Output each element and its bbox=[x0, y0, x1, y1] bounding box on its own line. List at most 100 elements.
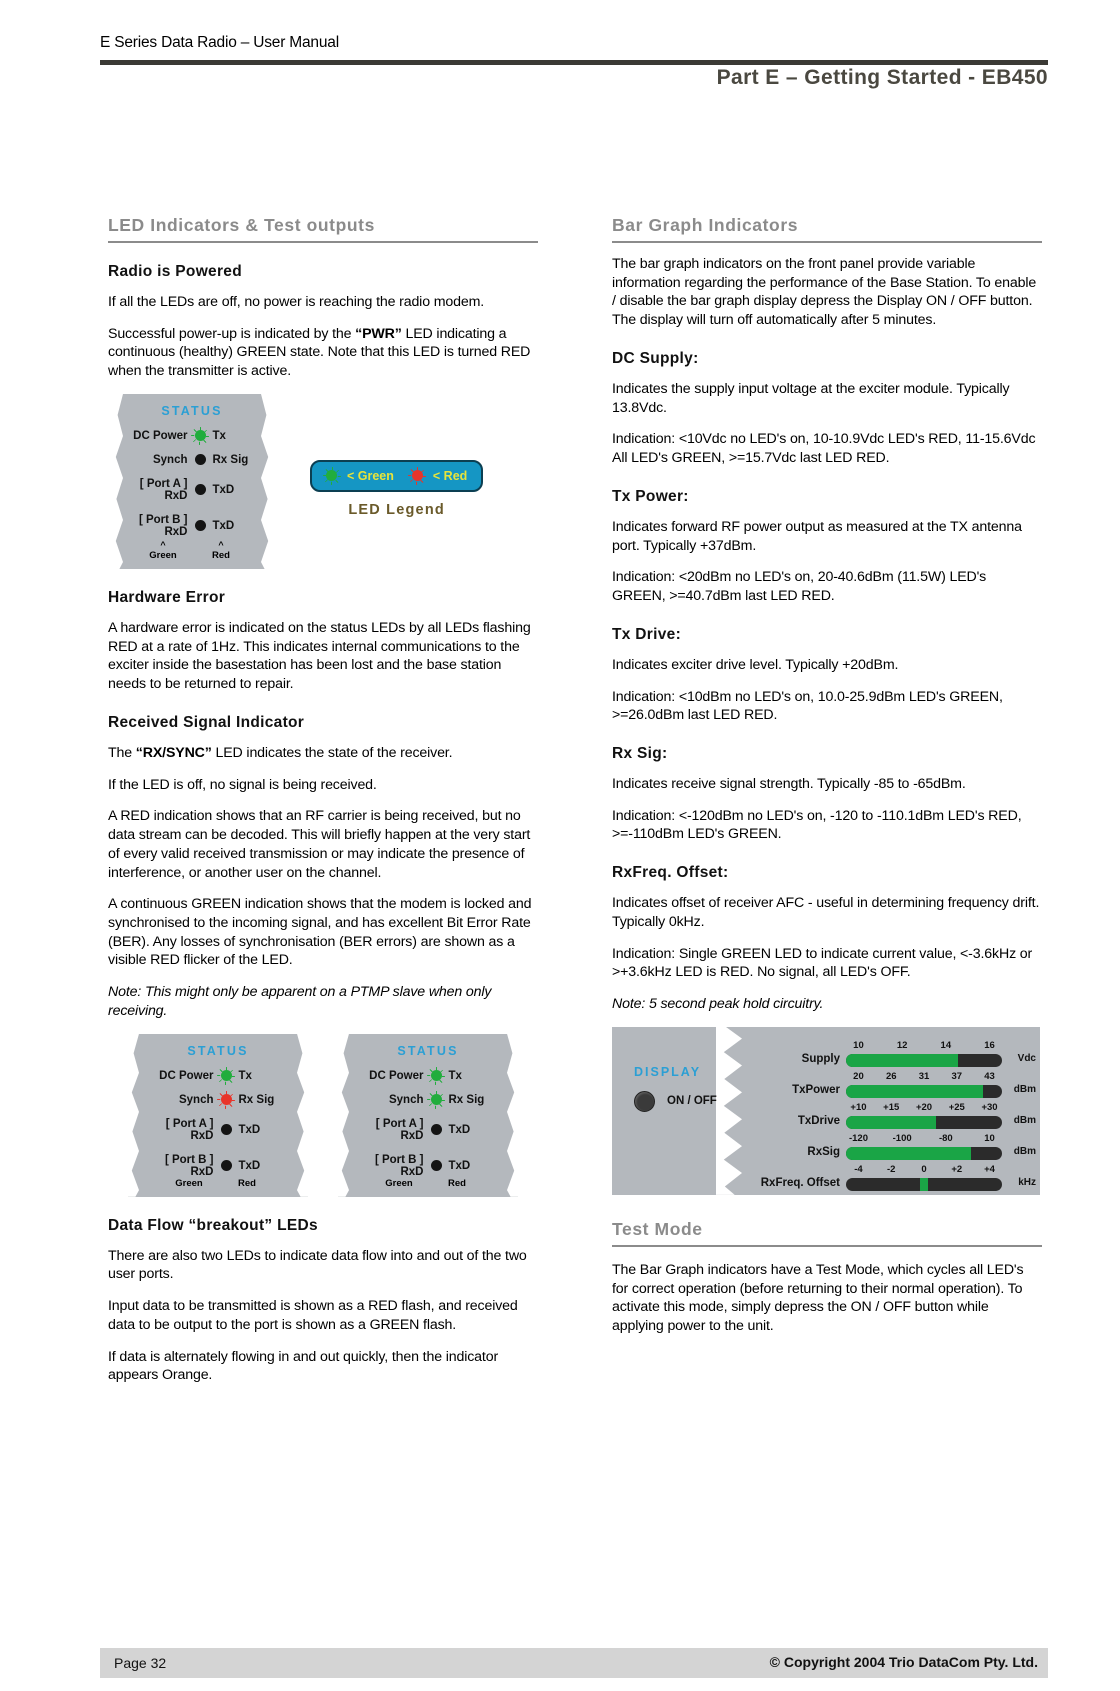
paragraph-power-up: Successful power-up is indicated by the … bbox=[108, 325, 538, 381]
paragraph-dataflow-3: If data is alternately flowing in and ou… bbox=[108, 1348, 499, 1384]
status-row: DC Power Tx bbox=[112, 430, 272, 442]
status-row: DC Power Tx bbox=[128, 1070, 308, 1082]
row-right-label: Tx bbox=[448, 1069, 462, 1082]
paragraph-rxsync: The “RX/SYNC” LED indicates the state of… bbox=[108, 744, 538, 763]
on-off-button[interactable] bbox=[634, 1090, 655, 1112]
text-fragment: Successful power-up is indicated by the bbox=[108, 325, 356, 342]
row-left-label: DC Power bbox=[159, 1069, 214, 1082]
status-row: [ Port B ] RxD TxD bbox=[128, 1154, 308, 1178]
paragraph-txdrive-1: Indicates exciter drive level. Typically… bbox=[612, 656, 899, 673]
bar-unit: dBm bbox=[1013, 1145, 1036, 1157]
section-heading-bar-graph: Bar Graph Indicators bbox=[612, 215, 1042, 243]
row-right-label: Tx bbox=[212, 429, 226, 442]
status-row: Synch Rx Sig bbox=[128, 1094, 308, 1106]
row-left-label: Synch bbox=[178, 1093, 214, 1106]
led-port-b-icon bbox=[194, 520, 206, 532]
row-right-label: Rx Sig bbox=[238, 1093, 275, 1106]
bar-track bbox=[846, 1053, 1002, 1067]
row-left-label: DC Power bbox=[133, 429, 188, 442]
subheading-rxfreq-offset: RxFreq. Offset: bbox=[612, 864, 729, 882]
header-rule bbox=[100, 60, 1048, 65]
row-left-label: Synch bbox=[152, 453, 188, 466]
status-panel-title: STATUS bbox=[187, 1043, 249, 1058]
row-left-label: [ Port A ] RxD bbox=[165, 1117, 214, 1142]
bar-track bbox=[846, 1084, 1002, 1098]
copyright-notice: © Copyright 2004 Trio DataCom Pty. Ltd. bbox=[769, 1654, 1038, 1670]
status-panel-green-synch: STATUS DC Power Tx Synch Rx Sig [ Port A ]… bbox=[337, 1033, 519, 1197]
page-number: Page 32 bbox=[114, 1655, 167, 1671]
bar-list: Supply 10 12 14 16 Vdc TxPower 20 26 31 37 43 d… bbox=[752, 1039, 1040, 1195]
row-left-label: DC Power bbox=[369, 1069, 424, 1082]
panel-foot: Green Red bbox=[112, 550, 272, 569]
bar-tick-label: +25 bbox=[948, 1101, 965, 1113]
paragraph-dcsupply-2: Indication: <10Vdc no LED's on, 10-10.9V… bbox=[612, 431, 1036, 467]
status-row: [ Port A ] RxD TxD bbox=[128, 1118, 308, 1142]
bar-tick-label: +10 bbox=[850, 1101, 867, 1113]
subheading-hardware-error: Hardware Error bbox=[108, 588, 226, 606]
legend-green: < Green bbox=[326, 469, 394, 483]
subheading-tx-drive: Tx Drive: bbox=[612, 625, 682, 643]
bar-tick-label: 0 bbox=[921, 1163, 927, 1175]
bar-graph-panel: DISPLAY ON / OFF Supply 10 12 14 16 Vdc TxP… bbox=[612, 1026, 1040, 1195]
panel-foot: Green Red bbox=[338, 1178, 518, 1197]
foot-green-label: Green bbox=[149, 549, 177, 561]
text-fragment: The bbox=[108, 744, 136, 761]
bar-tick-label: -80 bbox=[938, 1132, 953, 1144]
foot-red-label: Red bbox=[448, 1177, 466, 1189]
pwr-led-term: “PWR” bbox=[355, 325, 402, 342]
paragraph-rxfreq-1: Indicates offset of receiver AFC - usefu… bbox=[612, 895, 1040, 930]
row-right-label: TxD bbox=[238, 1159, 261, 1172]
row-right-label: TxD bbox=[238, 1123, 261, 1136]
led-port-a-icon bbox=[430, 1124, 442, 1136]
row-right-label: Rx Sig bbox=[212, 453, 249, 466]
bar-tick-label: +4 bbox=[984, 1163, 995, 1175]
section-heading-led-indicators: LED Indicators & Test outputs bbox=[108, 215, 538, 243]
paragraph-rxfreq-2: Indication: Single GREEN LED to indicate… bbox=[612, 945, 1033, 981]
bar-tick-label: +15 bbox=[883, 1101, 900, 1113]
bar-ticks: +10 +15 +20 +25 +30 bbox=[846, 1102, 1002, 1114]
part-title: Part E – Getting Started - EB450 bbox=[716, 66, 1048, 89]
subheading-rx-sig: Rx Sig: bbox=[612, 745, 668, 763]
status-row: Synch Rx Sig bbox=[112, 454, 272, 466]
bar-ticks: -4 -2 0 +2 +4 bbox=[846, 1164, 1002, 1176]
status-panel-red-synch: STATUS DC Power Tx Synch Rx Sig [ Port A ]… bbox=[127, 1033, 309, 1197]
note-ptmp-slave: Note: This might only be apparent on a P… bbox=[108, 984, 492, 1019]
bar-label: Supply bbox=[801, 1052, 840, 1065]
bar-tick-label: -120 bbox=[848, 1132, 868, 1144]
status-row: DC Power Tx bbox=[338, 1070, 518, 1082]
bar-fill bbox=[846, 1146, 971, 1160]
text-fragment: LED indicates the state of the receiver. bbox=[211, 744, 453, 761]
subheading-received-signal: Received Signal Indicator bbox=[108, 713, 305, 731]
paragraph-green-indication: A continuous GREEN indication shows that… bbox=[108, 896, 532, 969]
legend-green-led-icon bbox=[326, 470, 337, 482]
row-left-label: [ Port B ] RxD bbox=[164, 1153, 214, 1178]
right-column: Bar Graph Indicators The bar graph indic… bbox=[612, 215, 1042, 1349]
row-right-label: TxD bbox=[212, 483, 235, 496]
bar-label: TxPower bbox=[792, 1083, 840, 1096]
paragraph-dcsupply-1: Indicates the supply input voltage at th… bbox=[612, 380, 1010, 416]
section-heading-test-mode: Test Mode bbox=[612, 1219, 1042, 1247]
paragraph-dataflow-2: Input data to be transmitted is shown as… bbox=[108, 1298, 518, 1333]
paragraph-leds-off: If all the LEDs are off, no power is rea… bbox=[108, 294, 485, 310]
led-port-b-icon bbox=[430, 1160, 442, 1172]
bar-row-txdrive: TxDrive +10 +15 +20 +25 +30 dBm bbox=[752, 1102, 1040, 1131]
bar-tick-label: 14 bbox=[940, 1039, 952, 1051]
panel-zigzag-icon bbox=[716, 1026, 742, 1195]
manual-page: E Series Data Radio – User Manual Part E… bbox=[0, 0, 1120, 1691]
status-row: [ Port B ] RxD TxD bbox=[112, 514, 272, 538]
legend-red-led-icon bbox=[411, 470, 423, 482]
bar-tick-label: 37 bbox=[951, 1070, 963, 1082]
bar-tick-label: 26 bbox=[885, 1070, 897, 1082]
paragraph-rxsig-1: Indicates receive signal strength. Typic… bbox=[612, 776, 966, 793]
row-left-label: [ Port B ] RxD bbox=[374, 1153, 424, 1178]
subheading-data-flow: Data Flow “breakout” LEDs bbox=[108, 1216, 318, 1234]
paragraph-red-indication: A RED indication shows that an RF carrie… bbox=[108, 808, 531, 881]
bar-fill bbox=[846, 1084, 984, 1098]
manual-title: E Series Data Radio – User Manual bbox=[100, 34, 339, 51]
subheading-radio-powered: Radio is Powered bbox=[108, 263, 242, 280]
bar-label: RxSig bbox=[807, 1145, 840, 1158]
paragraph-rxsig-2: Indication: <-120dBm no LED's on, -120 t… bbox=[612, 807, 1022, 843]
status-panel-title: STATUS bbox=[397, 1043, 459, 1058]
led-legend-box: < Green < Red bbox=[310, 459, 484, 492]
row-left-label: [ Port A ] RxD bbox=[375, 1117, 424, 1142]
